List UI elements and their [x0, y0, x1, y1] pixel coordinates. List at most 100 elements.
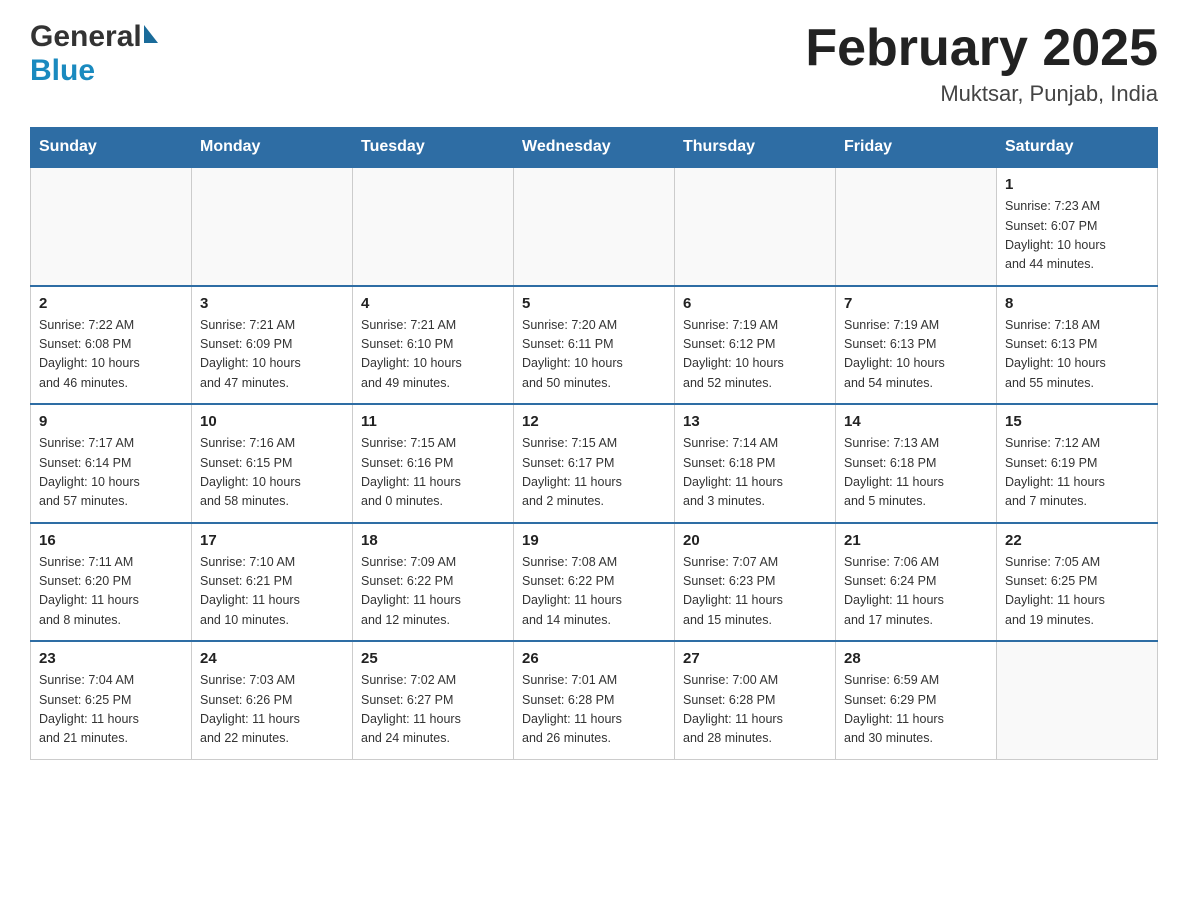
day-number: 15 — [1005, 413, 1149, 430]
table-row: 15 Sunrise: 7:12 AMSunset: 6:19 PMDayligh… — [997, 404, 1158, 523]
table-row: 11 Sunrise: 7:15 AMSunset: 6:16 PMDayligh… — [353, 404, 514, 523]
day-number: 17 — [200, 532, 344, 549]
logo-blue-text: Blue — [30, 54, 95, 87]
day-number: 10 — [200, 413, 344, 430]
calendar-table: Sunday Monday Tuesday Wednesday Thursday… — [30, 127, 1158, 760]
calendar-week-row: 23Sunrise: 7:04 AMSunset: 6:25 PMDayligh… — [31, 641, 1158, 759]
table-row: 5 Sunrise: 7:20 AMSunset: 6:11 PMDaylight… — [514, 286, 675, 405]
table-row: 9 Sunrise: 7:17 AMSunset: 6:14 PMDaylight… — [31, 404, 192, 523]
col-thursday: Thursday — [675, 128, 836, 168]
day-info: Sunrise: 7:02 AMSunset: 6:27 PMDaylight:… — [361, 671, 505, 749]
day-info: Sunrise: 7:10 AMSunset: 6:21 PMDaylight:… — [200, 553, 344, 631]
day-number: 27 — [683, 650, 827, 667]
table-row: 19 Sunrise: 7:08 AMSunset: 6:22 PMDayligh… — [514, 523, 675, 642]
calendar-week-row: 16 Sunrise: 7:11 AMSunset: 6:20 PMDayligh… — [31, 523, 1158, 642]
day-info: Sunrise: 7:15 AMSunset: 6:17 PMDaylight:… — [522, 434, 666, 512]
col-monday: Monday — [192, 128, 353, 168]
day-number: 3 — [200, 295, 344, 312]
day-number: 16 — [39, 532, 183, 549]
day-info: Sunrise: 7:16 AMSunset: 6:15 PMDaylight:… — [200, 434, 344, 512]
day-number: 2 — [39, 295, 183, 312]
table-row: 6 Sunrise: 7:19 AMSunset: 6:12 PMDaylight… — [675, 286, 836, 405]
table-row: 7 Sunrise: 7:19 AMSunset: 6:13 PMDaylight… — [836, 286, 997, 405]
day-number: 5 — [522, 295, 666, 312]
day-number: 22 — [1005, 532, 1149, 549]
table-row — [514, 167, 675, 286]
day-info: Sunrise: 6:59 AMSunset: 6:29 PMDaylight:… — [844, 671, 988, 749]
col-tuesday: Tuesday — [353, 128, 514, 168]
day-info: Sunrise: 7:19 AMSunset: 6:12 PMDaylight:… — [683, 316, 827, 394]
col-wednesday: Wednesday — [514, 128, 675, 168]
col-sunday: Sunday — [31, 128, 192, 168]
logo-arrow-icon — [144, 25, 158, 43]
table-row: 23Sunrise: 7:04 AMSunset: 6:25 PMDayligh… — [31, 641, 192, 759]
day-info: Sunrise: 7:15 AMSunset: 6:16 PMDaylight:… — [361, 434, 505, 512]
day-number: 1 — [1005, 176, 1149, 193]
day-number: 28 — [844, 650, 988, 667]
day-info: Sunrise: 7:17 AMSunset: 6:14 PMDaylight:… — [39, 434, 183, 512]
page-header: General Blue February 2025 Muktsar, Punj… — [30, 20, 1158, 107]
day-number: 13 — [683, 413, 827, 430]
day-info: Sunrise: 7:08 AMSunset: 6:22 PMDaylight:… — [522, 553, 666, 631]
table-row: 10 Sunrise: 7:16 AMSunset: 6:15 PMDayligh… — [192, 404, 353, 523]
day-info: Sunrise: 7:04 AMSunset: 6:25 PMDaylight:… — [39, 671, 183, 749]
day-info: Sunrise: 7:09 AMSunset: 6:22 PMDaylight:… — [361, 553, 505, 631]
day-number: 8 — [1005, 295, 1149, 312]
table-row: 12 Sunrise: 7:15 AMSunset: 6:17 PMDayligh… — [514, 404, 675, 523]
day-info: Sunrise: 7:18 AMSunset: 6:13 PMDaylight:… — [1005, 316, 1149, 394]
day-number: 21 — [844, 532, 988, 549]
table-row — [675, 167, 836, 286]
table-row: 13 Sunrise: 7:14 AMSunset: 6:18 PMDayligh… — [675, 404, 836, 523]
table-row: 4 Sunrise: 7:21 AMSunset: 6:10 PMDaylight… — [353, 286, 514, 405]
month-year-title: February 2025 — [805, 20, 1158, 77]
table-row — [997, 641, 1158, 759]
table-row: 24Sunrise: 7:03 AMSunset: 6:26 PMDayligh… — [192, 641, 353, 759]
day-info: Sunrise: 7:11 AMSunset: 6:20 PMDaylight:… — [39, 553, 183, 631]
day-info: Sunrise: 7:23 AMSunset: 6:07 PMDaylight:… — [1005, 197, 1149, 275]
day-number: 19 — [522, 532, 666, 549]
day-number: 26 — [522, 650, 666, 667]
day-number: 9 — [39, 413, 183, 430]
table-row: 8 Sunrise: 7:18 AMSunset: 6:13 PMDaylight… — [997, 286, 1158, 405]
day-info: Sunrise: 7:21 AMSunset: 6:09 PMDaylight:… — [200, 316, 344, 394]
day-number: 20 — [683, 532, 827, 549]
table-row: 26 Sunrise: 7:01 AMSunset: 6:28 PMDayligh… — [514, 641, 675, 759]
day-info: Sunrise: 7:14 AMSunset: 6:18 PMDaylight:… — [683, 434, 827, 512]
day-info: Sunrise: 7:21 AMSunset: 6:10 PMDaylight:… — [361, 316, 505, 394]
table-row: 18Sunrise: 7:09 AMSunset: 6:22 PMDayligh… — [353, 523, 514, 642]
table-row: 3 Sunrise: 7:21 AMSunset: 6:09 PMDaylight… — [192, 286, 353, 405]
day-number: 24 — [200, 650, 344, 667]
table-row: 22Sunrise: 7:05 AMSunset: 6:25 PMDayligh… — [997, 523, 1158, 642]
table-row: 14 Sunrise: 7:13 AMSunset: 6:18 PMDayligh… — [836, 404, 997, 523]
day-info: Sunrise: 7:20 AMSunset: 6:11 PMDaylight:… — [522, 316, 666, 394]
day-info: Sunrise: 7:00 AMSunset: 6:28 PMDaylight:… — [683, 671, 827, 749]
day-info: Sunrise: 7:01 AMSunset: 6:28 PMDaylight:… — [522, 671, 666, 749]
day-info: Sunrise: 7:12 AMSunset: 6:19 PMDaylight:… — [1005, 434, 1149, 512]
logo: General Blue — [30, 20, 158, 88]
day-number: 25 — [361, 650, 505, 667]
table-row: 20 Sunrise: 7:07 AMSunset: 6:23 PMDayligh… — [675, 523, 836, 642]
calendar-header-row: Sunday Monday Tuesday Wednesday Thursday… — [31, 128, 1158, 168]
table-row — [353, 167, 514, 286]
table-row: 28 Sunrise: 6:59 AMSunset: 6:29 PMDayligh… — [836, 641, 997, 759]
day-number: 4 — [361, 295, 505, 312]
col-saturday: Saturday — [997, 128, 1158, 168]
table-row: 17 Sunrise: 7:10 AMSunset: 6:21 PMDayligh… — [192, 523, 353, 642]
day-number: 6 — [683, 295, 827, 312]
day-info: Sunrise: 7:07 AMSunset: 6:23 PMDaylight:… — [683, 553, 827, 631]
col-friday: Friday — [836, 128, 997, 168]
calendar-week-row: 2 Sunrise: 7:22 AMSunset: 6:08 PMDaylight… — [31, 286, 1158, 405]
location-subtitle: Muktsar, Punjab, India — [805, 81, 1158, 107]
calendar-week-row: 9 Sunrise: 7:17 AMSunset: 6:14 PMDaylight… — [31, 404, 1158, 523]
table-row: 2 Sunrise: 7:22 AMSunset: 6:08 PMDaylight… — [31, 286, 192, 405]
table-row: 27 Sunrise: 7:00 AMSunset: 6:28 PMDayligh… — [675, 641, 836, 759]
day-number: 14 — [844, 413, 988, 430]
day-number: 11 — [361, 413, 505, 430]
logo-general-text: General — [30, 20, 142, 54]
day-number: 12 — [522, 413, 666, 430]
title-block: February 2025 Muktsar, Punjab, India — [805, 20, 1158, 107]
day-info: Sunrise: 7:19 AMSunset: 6:13 PMDaylight:… — [844, 316, 988, 394]
day-info: Sunrise: 7:22 AMSunset: 6:08 PMDaylight:… — [39, 316, 183, 394]
day-number: 7 — [844, 295, 988, 312]
day-info: Sunrise: 7:13 AMSunset: 6:18 PMDaylight:… — [844, 434, 988, 512]
